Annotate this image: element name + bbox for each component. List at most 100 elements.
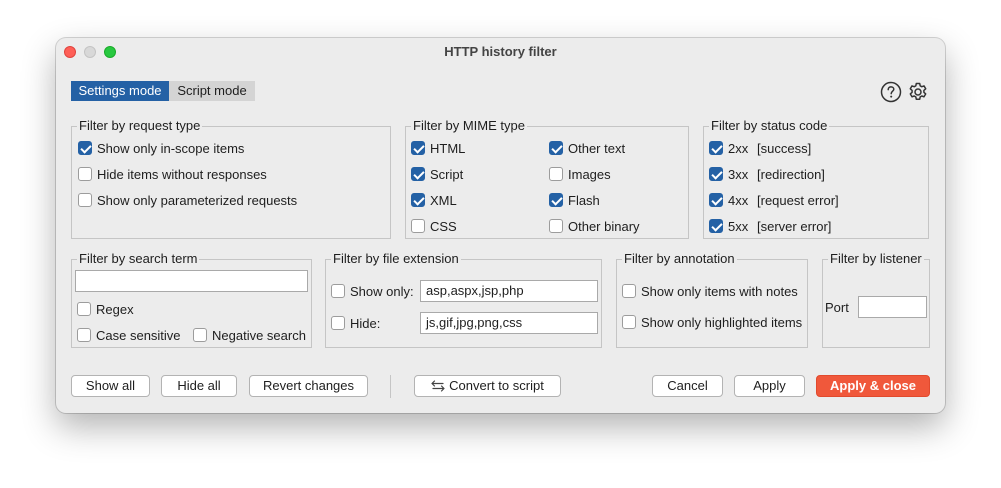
annotation-group: Filter by annotation Show only items wit… (616, 251, 808, 348)
checkbox-label: HTML (430, 140, 466, 156)
checkbox-icon (622, 284, 636, 298)
checkbox-icon (549, 167, 563, 181)
apply-and-close-button[interactable]: Apply & close (816, 375, 930, 397)
checkbox-label: Other text (568, 140, 626, 156)
mime-other-text-checkbox[interactable]: Other text (549, 139, 625, 157)
checkbox-icon (411, 193, 425, 207)
hide-extensions-input[interactable]: js,gif,jpg,png,css (420, 312, 598, 334)
checkbox-icon (193, 328, 207, 342)
checkbox-icon (549, 141, 563, 155)
convert-to-script-button[interactable]: Convert to script (414, 375, 561, 397)
checkbox-icon (549, 219, 563, 233)
checkbox-label: Hide items without responses (97, 166, 267, 182)
show-only-extension-checkbox[interactable]: Show only: (331, 282, 414, 300)
checkbox-label: Other binary (568, 218, 640, 234)
button-divider (390, 375, 391, 398)
apply-button[interactable]: Apply (734, 375, 805, 397)
checkbox-label: Show only items with notes (641, 283, 798, 299)
mime-css-checkbox[interactable]: CSS (411, 217, 457, 235)
mime-type-group: Filter by MIME type HTML Script XML CSS … (405, 118, 689, 239)
mime-script-checkbox[interactable]: Script (411, 165, 463, 183)
checkbox-icon (78, 193, 92, 207)
status-4xx-checkbox[interactable]: 4xx [request error] (709, 191, 839, 209)
checkbox-label: Show only parameterized requests (97, 192, 298, 208)
hide-all-button[interactable]: Hide all (161, 375, 237, 397)
status-label: [redirection] (757, 166, 825, 182)
mime-images-checkbox[interactable]: Images (549, 165, 611, 183)
hide-extension-checkbox[interactable]: Hide: (331, 314, 380, 332)
search-term-title: Filter by search term (77, 251, 200, 267)
checkbox-label: Negative search (212, 327, 306, 343)
settings-mode-tab[interactable]: Settings mode (71, 81, 169, 101)
mime-flash-checkbox[interactable]: Flash (549, 191, 600, 209)
case-sensitive-checkbox[interactable]: Case sensitive (77, 326, 181, 344)
status-label: [request error] (757, 192, 839, 208)
checkbox-icon (411, 141, 425, 155)
mime-type-title: Filter by MIME type (411, 118, 527, 134)
mime-xml-checkbox[interactable]: XML (411, 191, 457, 209)
cancel-button[interactable]: Cancel (652, 375, 723, 397)
checkbox-label: Case sensitive (96, 327, 181, 343)
show-all-button[interactable]: Show all (71, 375, 150, 397)
status-code: 2xx (728, 140, 749, 156)
checkbox-icon (411, 167, 425, 181)
status-label: [success] (757, 140, 812, 156)
checkbox-icon (709, 141, 723, 155)
file-extension-group: Filter by file extension Show only: asp,… (325, 251, 602, 348)
script-mode-tab[interactable]: Script mode (169, 81, 255, 101)
annotation-title: Filter by annotation (622, 251, 737, 267)
checkbox-label: Images (568, 166, 611, 182)
window-title: HTTP history filter (444, 44, 557, 59)
help-icon[interactable] (880, 81, 902, 103)
mime-html-checkbox[interactable]: HTML (411, 139, 465, 157)
checkbox-icon (709, 219, 723, 233)
show-only-extensions-input[interactable]: asp,aspx,jsp,php (420, 280, 598, 302)
status-code-title: Filter by status code (709, 118, 830, 134)
request-type-group: Filter by request type Show only in-scop… (71, 118, 391, 239)
in-scope-checkbox[interactable]: Show only in-scope items (78, 139, 244, 157)
request-type-title: Filter by request type (77, 118, 203, 134)
checkbox-icon (411, 219, 425, 233)
checkbox-icon (709, 193, 723, 207)
checkbox-icon (331, 316, 345, 330)
mime-other-binary-checkbox[interactable]: Other binary (549, 217, 640, 235)
gear-icon[interactable] (907, 81, 929, 103)
swap-arrows-icon (431, 378, 445, 398)
hide-without-responses-checkbox[interactable]: Hide items without responses (78, 165, 267, 183)
listener-group: Filter by listener Port (822, 251, 930, 348)
revert-changes-button[interactable]: Revert changes (249, 375, 368, 397)
convert-label: Convert to script (449, 378, 544, 393)
checkbox-label: Flash (568, 192, 600, 208)
items-with-notes-checkbox[interactable]: Show only items with notes (622, 282, 798, 300)
checkbox-icon (78, 141, 92, 155)
mode-toggle: Settings mode Script mode (71, 81, 255, 101)
regex-checkbox[interactable]: Regex (77, 300, 134, 318)
file-extension-title: Filter by file extension (331, 251, 461, 267)
parameterized-checkbox[interactable]: Show only parameterized requests (78, 191, 297, 209)
checkbox-label: Hide: (350, 315, 381, 331)
search-term-input[interactable] (75, 270, 308, 292)
status-code: 5xx (728, 218, 749, 234)
status-2xx-checkbox[interactable]: 2xx [success] (709, 139, 811, 157)
status-5xx-checkbox[interactable]: 5xx [server error] (709, 217, 831, 235)
port-label: Port (825, 299, 849, 315)
listener-title: Filter by listener (828, 251, 924, 267)
port-input[interactable] (858, 296, 927, 318)
status-code: 3xx (728, 166, 749, 182)
status-label: [server error] (757, 218, 832, 234)
checkbox-label: Script (430, 166, 464, 182)
checkbox-label: XML (430, 192, 457, 208)
status-3xx-checkbox[interactable]: 3xx [redirection] (709, 165, 825, 183)
negative-search-checkbox[interactable]: Negative search (193, 326, 306, 344)
checkbox-label: CSS (430, 218, 457, 234)
checkbox-label: Show only in-scope items (97, 140, 245, 156)
highlighted-items-checkbox[interactable]: Show only highlighted items (622, 313, 802, 331)
checkbox-label: Show only highlighted items (641, 314, 803, 330)
checkbox-icon (78, 167, 92, 181)
checkbox-icon (77, 328, 91, 342)
http-history-filter-dialog: HTTP history filter Settings mode Script… (56, 38, 945, 413)
checkbox-icon (709, 167, 723, 181)
checkbox-icon (77, 302, 91, 316)
checkbox-label: Show only: (350, 283, 414, 299)
checkbox-icon (549, 193, 563, 207)
